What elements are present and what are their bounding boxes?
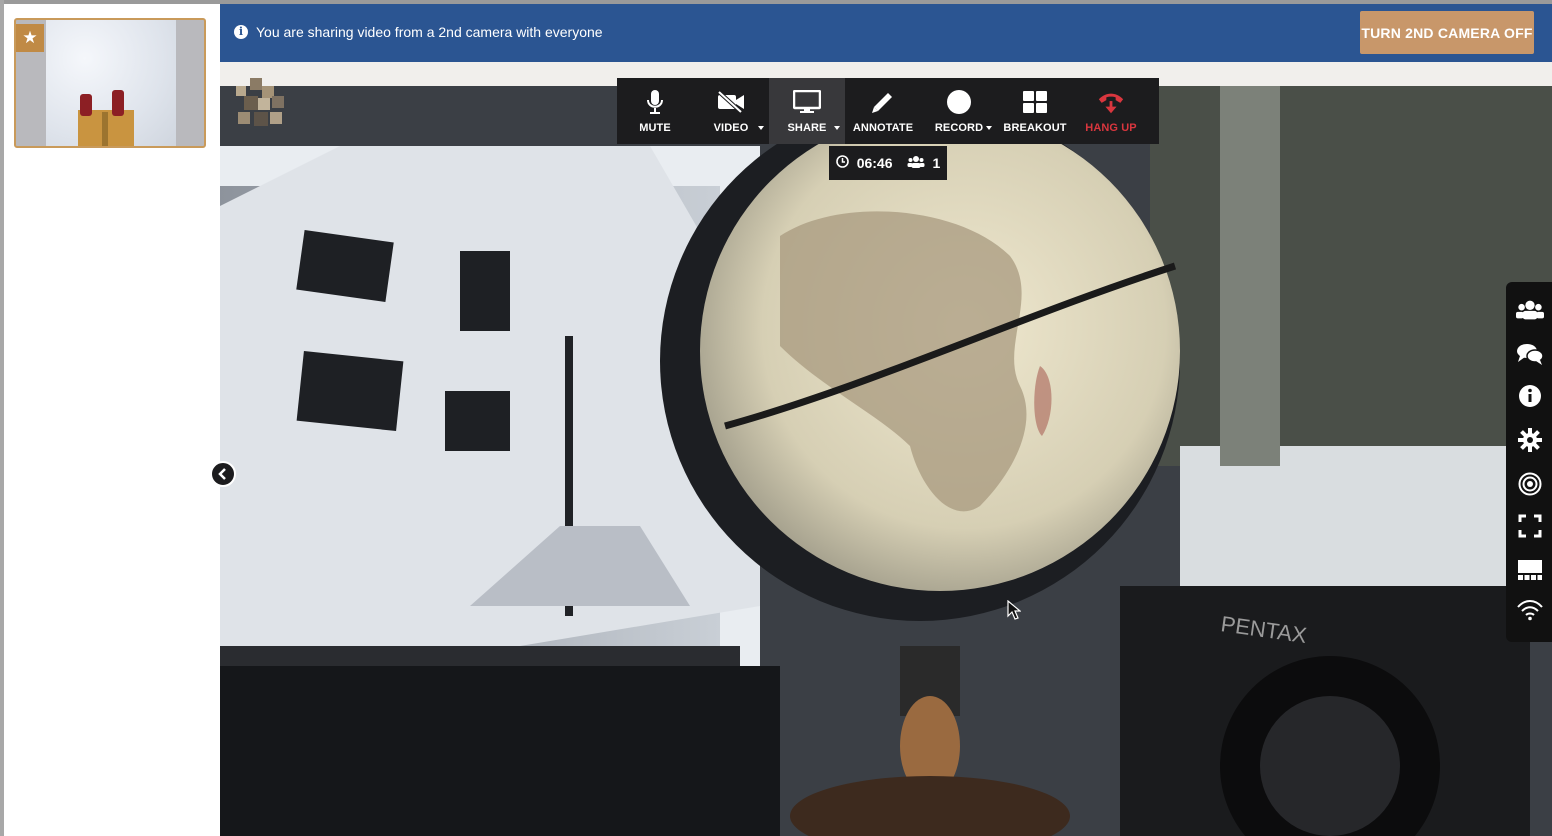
call-timer: 06:46	[856, 155, 893, 171]
record-icon	[945, 88, 973, 116]
notification-banner: i You are sharing video from a 2nd camer…	[220, 4, 1552, 62]
layout-icon[interactable]	[1516, 556, 1544, 584]
meeting-toolbar: MUTE VIDEO SHARE ANNOTATE RECORD BREAKOU…	[617, 78, 1159, 144]
monitor-icon	[793, 88, 821, 116]
video-button[interactable]: VIDEO	[693, 78, 769, 144]
record-dropdown-caret[interactable]	[986, 126, 992, 130]
participant-count: 1	[932, 155, 941, 171]
sidebar: ★	[4, 4, 220, 836]
hang-up-button[interactable]: HANG UP	[1073, 78, 1149, 144]
hang-up-label: HANG UP	[1085, 122, 1137, 134]
annotate-label: ANNOTATE	[852, 122, 914, 134]
record-label: RECORD	[934, 122, 984, 134]
mute-label: MUTE	[639, 122, 671, 134]
banner-message: You are sharing video from a 2nd camera …	[256, 24, 603, 40]
mouse-cursor-icon	[1007, 600, 1021, 620]
chat-icon[interactable]	[1516, 340, 1544, 368]
share-dropdown-caret[interactable]	[834, 126, 840, 130]
record-button[interactable]: RECORD	[921, 78, 997, 144]
collapse-sidebar-button[interactable]	[210, 461, 236, 487]
video-off-icon	[717, 88, 745, 116]
main-video-stage: PENTAX	[220, 86, 1552, 836]
participants-icon[interactable]	[1516, 296, 1544, 324]
settings-icon[interactable]	[1516, 426, 1544, 454]
pencil-icon	[869, 88, 897, 116]
phone-hangup-icon	[1097, 88, 1125, 116]
video-dropdown-caret[interactable]	[758, 126, 764, 130]
target-icon[interactable]	[1516, 470, 1544, 498]
call-status-bar: 06:46 1	[829, 146, 947, 180]
grid-icon	[1021, 88, 1049, 116]
wifi-icon[interactable]	[1516, 596, 1544, 624]
thumbnail-legs-image	[78, 90, 134, 146]
clock-icon	[835, 155, 849, 171]
logo-mosaic	[236, 78, 284, 126]
breakout-button[interactable]: BREAKOUT	[997, 78, 1073, 144]
mute-button[interactable]: MUTE	[617, 78, 693, 144]
right-side-panel	[1506, 282, 1552, 642]
annotate-button[interactable]: ANNOTATE	[845, 78, 921, 144]
share-label: SHARE	[787, 122, 827, 134]
self-video-thumbnail[interactable]: ★	[14, 18, 206, 148]
video-label: VIDEO	[713, 122, 749, 134]
participants-icon	[907, 155, 925, 171]
breakout-label: BREAKOUT	[1003, 122, 1067, 134]
chevron-left-icon	[218, 468, 226, 480]
camera-video-feed: PENTAX	[220, 86, 1552, 836]
share-button[interactable]: SHARE	[769, 78, 845, 144]
microphone-icon	[641, 88, 669, 116]
info-icon: i	[234, 25, 248, 39]
turn-camera-off-button[interactable]: TURN 2ND CAMERA OFF	[1360, 11, 1534, 54]
star-icon: ★	[16, 24, 44, 52]
info-icon[interactable]	[1516, 382, 1544, 410]
fullscreen-icon[interactable]	[1516, 512, 1544, 540]
